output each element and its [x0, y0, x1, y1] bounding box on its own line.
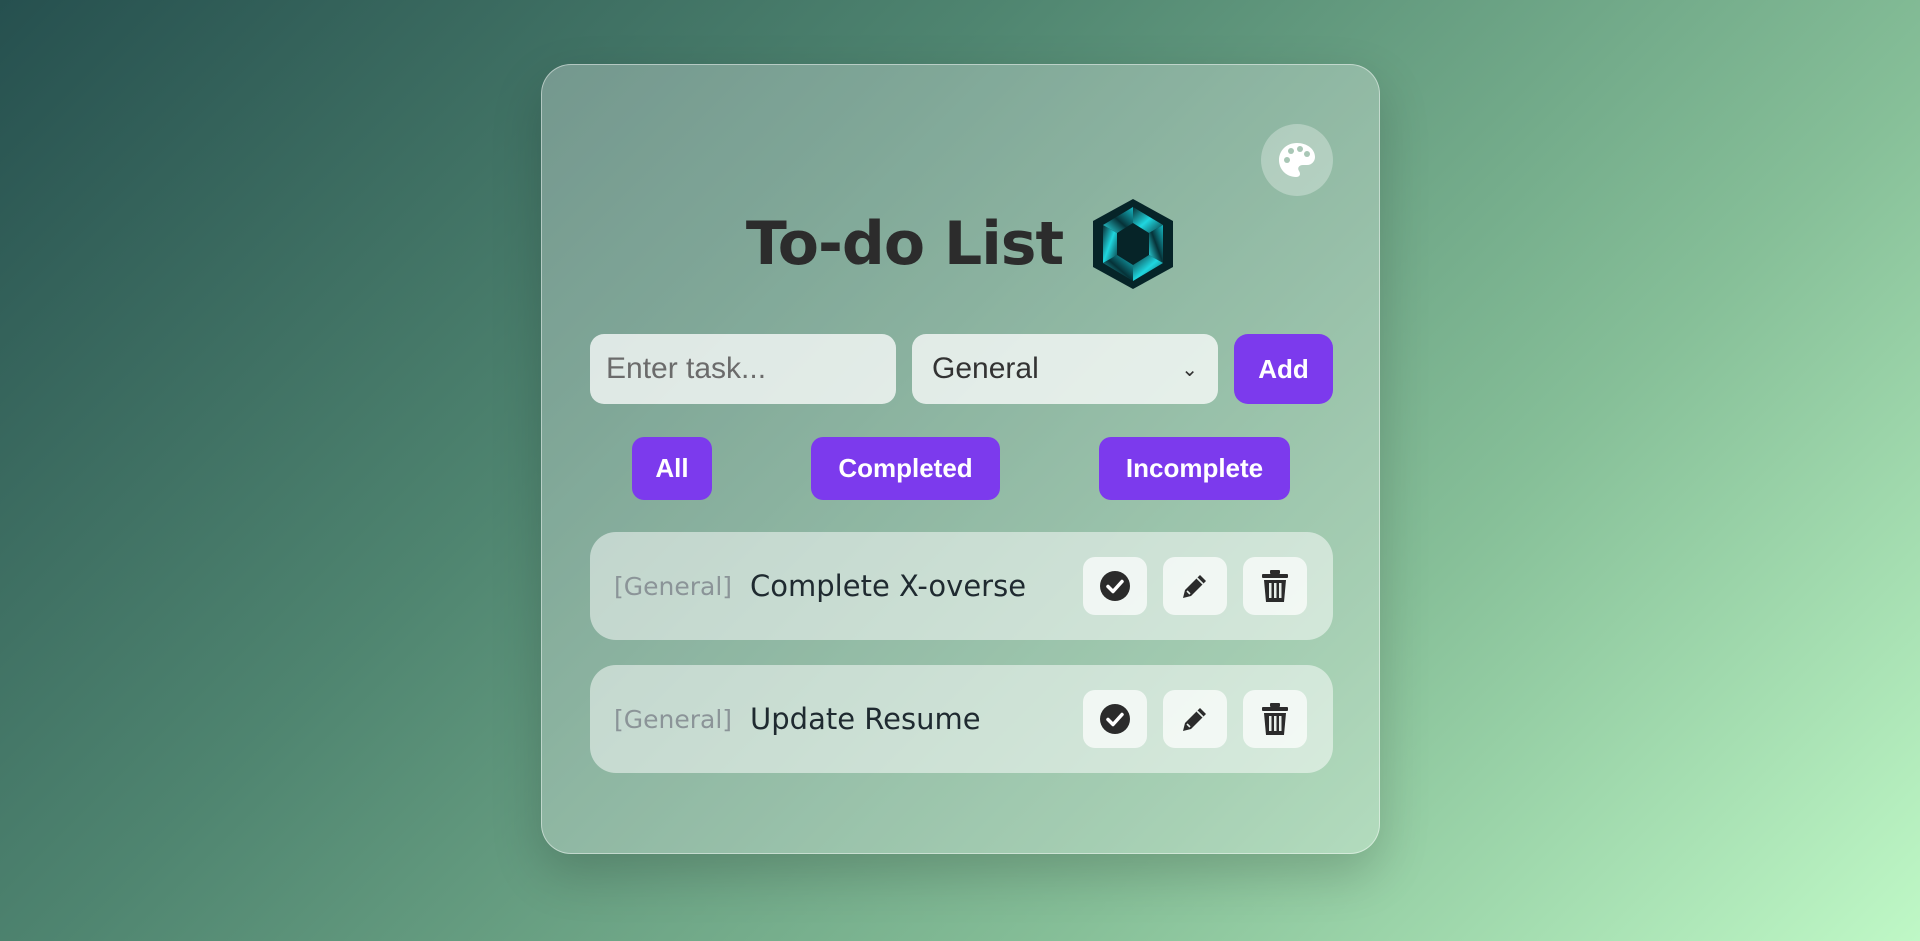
todo-card: To-do List Enter task... General ⌄ Add A… — [541, 64, 1380, 854]
edit-button[interactable] — [1163, 690, 1227, 748]
filter-completed-button[interactable]: Completed — [811, 437, 1000, 500]
task-item: [General] Update Resume — [590, 665, 1333, 773]
check-circle-icon — [1100, 571, 1130, 601]
complete-button[interactable] — [1083, 557, 1147, 615]
filter-incomplete-button[interactable]: Incomplete — [1099, 437, 1290, 500]
check-circle-icon — [1100, 704, 1130, 734]
delete-button[interactable] — [1243, 557, 1307, 615]
logo-icon — [1093, 199, 1174, 289]
trash-icon — [1262, 703, 1288, 735]
add-button[interactable]: Add — [1234, 334, 1333, 404]
task-category: [General] — [614, 704, 733, 734]
trash-icon — [1262, 570, 1288, 602]
edit-button[interactable] — [1163, 557, 1227, 615]
category-selected-value: General — [932, 352, 1039, 385]
complete-button[interactable] — [1083, 690, 1147, 748]
palette-icon — [1279, 143, 1315, 177]
delete-button[interactable] — [1243, 690, 1307, 748]
task-input[interactable] — [590, 334, 896, 404]
pencil-icon — [1183, 708, 1206, 731]
category-select[interactable]: General ⌄ — [912, 334, 1218, 404]
theme-toggle-button[interactable] — [1261, 124, 1333, 196]
task-category: [General] — [614, 571, 733, 601]
task-text: Complete X-overse — [750, 569, 1027, 603]
pencil-icon — [1183, 575, 1206, 598]
task-text: Update Resume — [750, 702, 981, 736]
task-actions — [1083, 557, 1307, 615]
filter-all-button[interactable]: All — [632, 437, 712, 500]
chevron-down-icon: ⌄ — [1181, 358, 1198, 381]
add-task-form: General ⌄ Add — [590, 334, 1333, 404]
page-title: To-do List — [745, 209, 1064, 279]
header: To-do List — [542, 197, 1379, 291]
task-item: [General] Complete X-overse — [590, 532, 1333, 640]
task-actions — [1083, 690, 1307, 748]
